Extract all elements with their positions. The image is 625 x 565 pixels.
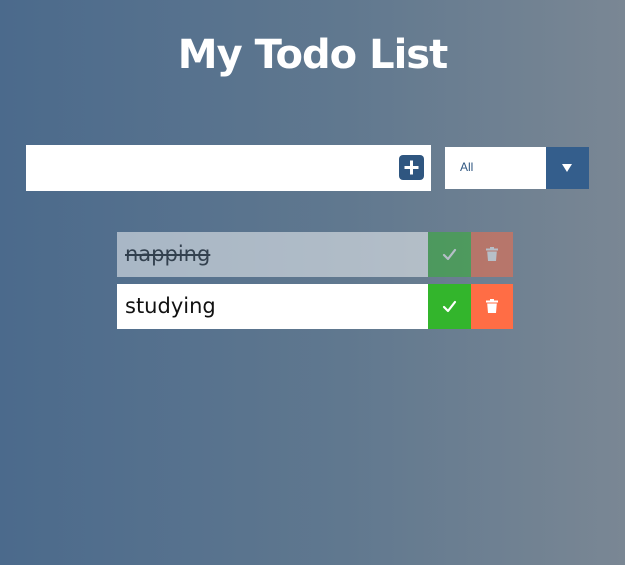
todo-form	[26, 145, 431, 191]
todo-item: studying	[117, 284, 513, 329]
delete-button[interactable]	[471, 284, 513, 329]
filter-select[interactable]: All	[445, 147, 589, 189]
plus-icon	[404, 160, 419, 175]
trash-icon	[486, 247, 498, 261]
todo-input[interactable]	[26, 145, 396, 191]
todo-item: napping	[117, 232, 513, 277]
trash-icon	[486, 299, 498, 313]
complete-button[interactable]	[428, 284, 471, 329]
todo-text: studying	[125, 294, 216, 318]
page-title: My Todo List	[177, 32, 448, 78]
todo-list: napping studying	[117, 232, 513, 336]
add-todo-button[interactable]	[399, 155, 424, 180]
filter-selected-value: All	[460, 160, 474, 174]
caret-down-icon	[562, 164, 572, 172]
check-icon	[442, 248, 457, 261]
check-icon	[442, 300, 457, 313]
delete-button[interactable]	[471, 232, 513, 277]
todo-text: napping	[125, 242, 211, 266]
complete-button[interactable]	[428, 232, 471, 277]
filter-dropdown-toggle[interactable]	[546, 147, 589, 189]
